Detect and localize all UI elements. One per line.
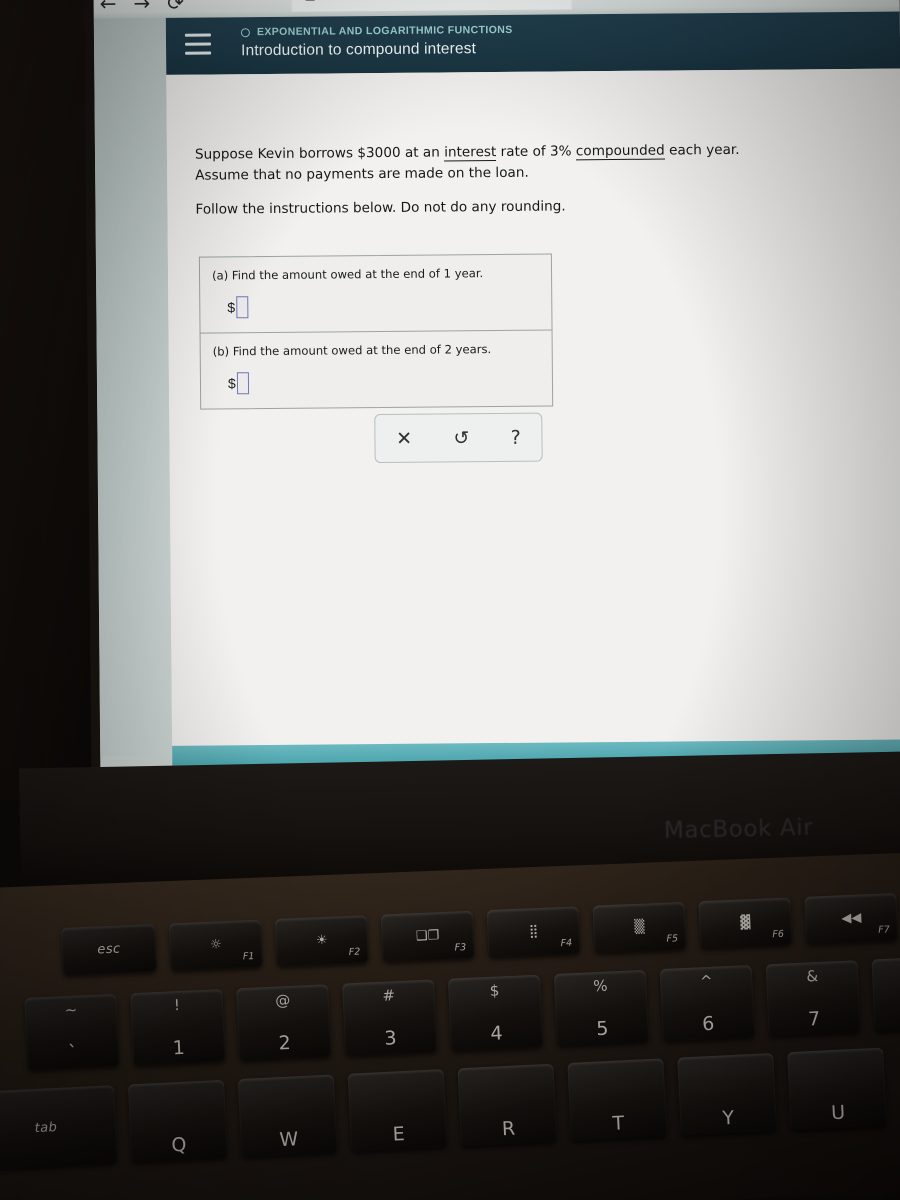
mission-control-icon: ❑❐ (415, 928, 440, 945)
key-u[interactable]: U (787, 1047, 887, 1131)
key-f6[interactable]: ▓ F6 (698, 897, 793, 949)
brightness-up-icon: ☀ (315, 932, 328, 949)
topic-kicker-label: EXPONENTIAL AND LOGARITHMIC FUNCTIONS (256, 23, 513, 39)
laptop-keyboard: esc ☼ F1 ☀ F2 ❑❐ F3 ⣿ F4 ▒ F5 ▓ F6 ◀◀ F7… (0, 851, 900, 1200)
tab-title: ALEKS (322, 0, 356, 1)
answer-prompt-a: (a) Find the amount owed at the end of 1… (211, 266, 484, 283)
key-w[interactable]: W (237, 1074, 338, 1158)
q1-line-2: Assume that no payments are made on the … (195, 164, 529, 184)
topic-kicker: EXPONENTIAL AND LOGARITHMIC FUNCTIONS (240, 23, 513, 39)
key-tab[interactable]: tab (0, 1085, 118, 1170)
key-5[interactable]: % 5 (553, 969, 649, 1046)
forward-icon[interactable]: → (133, 0, 150, 15)
tab-favicon (305, 0, 315, 1)
key-7[interactable]: & 7 (765, 960, 861, 1037)
hamburger-icon[interactable] (184, 33, 212, 55)
key-e[interactable]: E (347, 1069, 448, 1152)
page-left-sidebar (93, 17, 173, 757)
aleks-application: EXPONENTIAL AND LOGARITHMIC FUNCTIONS In… (165, 11, 900, 778)
key-3[interactable]: # 3 (342, 979, 438, 1056)
reload-icon[interactable]: ⟳ (167, 0, 184, 15)
back-icon[interactable]: ← (100, 0, 117, 15)
key-2[interactable]: @ 2 (236, 984, 332, 1061)
currency-symbol-b: $ (227, 375, 236, 392)
key-f1[interactable]: ☼ F1 (168, 919, 263, 971)
help-icon[interactable]: ? (511, 426, 521, 448)
page-title: Introduction to compound interest (241, 40, 477, 60)
q1-link-interest[interactable]: interest (444, 144, 497, 162)
answer-field-a[interactable]: $ (227, 294, 539, 319)
rewind-icon: ◀◀ (841, 910, 862, 927)
answer-row-b: (b) Find the amount owed at the end of 2… (200, 329, 553, 409)
key-f3[interactable]: ❑❐ F3 (380, 910, 475, 962)
key-backtick[interactable]: ~ ` (24, 993, 120, 1070)
laptop-screen: ← → ⟳ ALEKS EXPONENTIAL AND LOGARITHMIC … (93, 0, 900, 778)
math-tools-toolbar: ✕ ↺ ? (374, 412, 543, 464)
key-8[interactable]: * 8 (871, 955, 900, 1032)
currency-symbol-a: $ (227, 299, 236, 316)
q1-part-c: each year. (664, 141, 740, 159)
browser-nav-controls[interactable]: ← → ⟳ (100, 0, 185, 15)
key-6[interactable]: ^ 6 (659, 965, 755, 1042)
undo-icon[interactable]: ↺ (453, 427, 469, 449)
key-f5[interactable]: ▒ F5 (592, 901, 687, 953)
key-q[interactable]: Q (127, 1079, 228, 1163)
key-1[interactable]: ! 1 (130, 989, 226, 1066)
answer-row-a: (a) Find the amount owed at the end of 1… (200, 255, 552, 333)
question-instructions: Follow the instructions below. Do not do… (195, 198, 566, 218)
key-y[interactable]: Y (677, 1052, 777, 1136)
key-4[interactable]: $ 4 (447, 974, 544, 1051)
key-esc[interactable]: esc (61, 924, 157, 975)
answer-input-b[interactable] (236, 372, 249, 395)
macbook-air-brand: MacBook Air (663, 814, 814, 844)
q1-part-b: rate of 3% (496, 143, 576, 161)
circle-icon (240, 27, 250, 37)
key-r[interactable]: R (457, 1063, 558, 1147)
laptop-photo-scene: ← → ⟳ ALEKS EXPONENTIAL AND LOGARITHMIC … (0, 0, 900, 1200)
brightness-down-icon: ☼ (209, 937, 223, 953)
browser-tab[interactable]: ALEKS (291, 0, 572, 12)
question-line-1: Suppose Kevin borrows $3000 at an intere… (195, 139, 795, 186)
question-text: Suppose Kevin borrows $3000 at an intere… (195, 139, 796, 220)
clear-icon[interactable]: ✕ (396, 427, 412, 449)
launchpad-icon: ⣿ (528, 924, 539, 940)
q1-part-a: Suppose Kevin borrows $3000 at an (194, 144, 445, 163)
app-header: EXPONENTIAL AND LOGARITHMIC FUNCTIONS In… (165, 11, 900, 75)
answer-field-b[interactable]: $ (228, 370, 540, 395)
keyboard-backlight-up-icon: ▓ (740, 915, 751, 931)
q1-link-compounded[interactable]: compounded (575, 142, 665, 161)
key-f2[interactable]: ☀ F2 (274, 915, 369, 967)
answer-input-a[interactable] (236, 296, 249, 319)
key-f7[interactable]: ◀◀ F7 (804, 893, 899, 944)
keyboard-backlight-down-icon: ▒ (634, 919, 645, 935)
key-t[interactable]: T (567, 1058, 668, 1141)
app-body: Suppose Kevin borrows $3000 at an intere… (166, 68, 900, 778)
answer-prompt-b: (b) Find the amount owed at the end of 2… (212, 342, 492, 359)
answer-card: (a) Find the amount owed at the end of 1… (198, 253, 554, 410)
key-f4[interactable]: ⣿ F4 (486, 906, 581, 958)
